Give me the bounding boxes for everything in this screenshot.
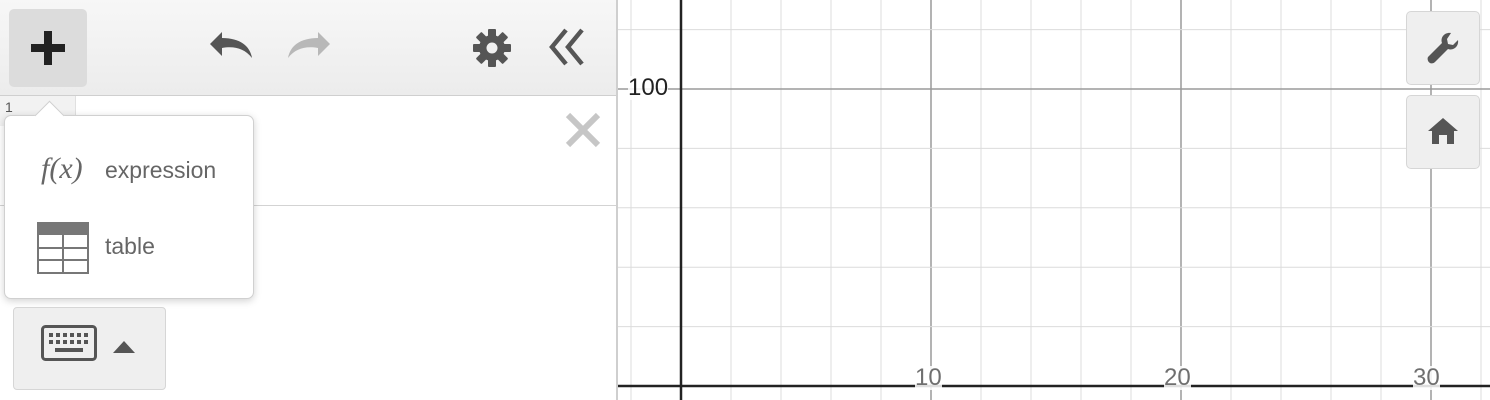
home-icon xyxy=(1428,118,1458,144)
expression-index-number: 1 xyxy=(5,99,13,115)
gear-icon[interactable] xyxy=(472,28,512,68)
undo-icon[interactable] xyxy=(208,28,256,64)
redo-icon[interactable] xyxy=(284,28,332,64)
wrench-icon xyxy=(1427,32,1459,64)
plus-icon xyxy=(31,31,65,65)
expression-panel: 1 f(x) expression table xyxy=(0,0,616,400)
add-item-button[interactable] xyxy=(9,9,87,87)
function-icon: f(x) xyxy=(41,152,83,185)
x-tick-label-30: 30 xyxy=(1413,364,1440,391)
y-tick-label-100: 100 xyxy=(628,74,669,101)
expression-toolbar xyxy=(0,0,616,96)
add-item-menu: f(x) expression table xyxy=(4,100,254,299)
close-icon[interactable] xyxy=(563,110,603,150)
x-tick-label-20: 20 xyxy=(1164,364,1191,391)
menu-item-expression-label: expression xyxy=(105,157,217,183)
caret-up-icon xyxy=(113,341,135,353)
menu-item-expression[interactable]: f(x) expression xyxy=(5,138,253,202)
graph-settings-button[interactable] xyxy=(1406,11,1480,85)
graph-home-button[interactable] xyxy=(1406,95,1480,169)
graph-grid xyxy=(618,0,1490,400)
x-tick-label-10: 10 xyxy=(915,364,942,391)
graph-paper[interactable]: 100 10 20 30 xyxy=(618,0,1490,400)
menu-item-table[interactable]: table xyxy=(5,216,253,280)
keyboard-icon xyxy=(41,325,97,361)
double-chevron-left-icon[interactable] xyxy=(548,26,588,68)
table-icon xyxy=(37,222,89,274)
keyboard-toggle-button[interactable] xyxy=(13,307,166,390)
menu-item-table-label: table xyxy=(105,233,155,259)
